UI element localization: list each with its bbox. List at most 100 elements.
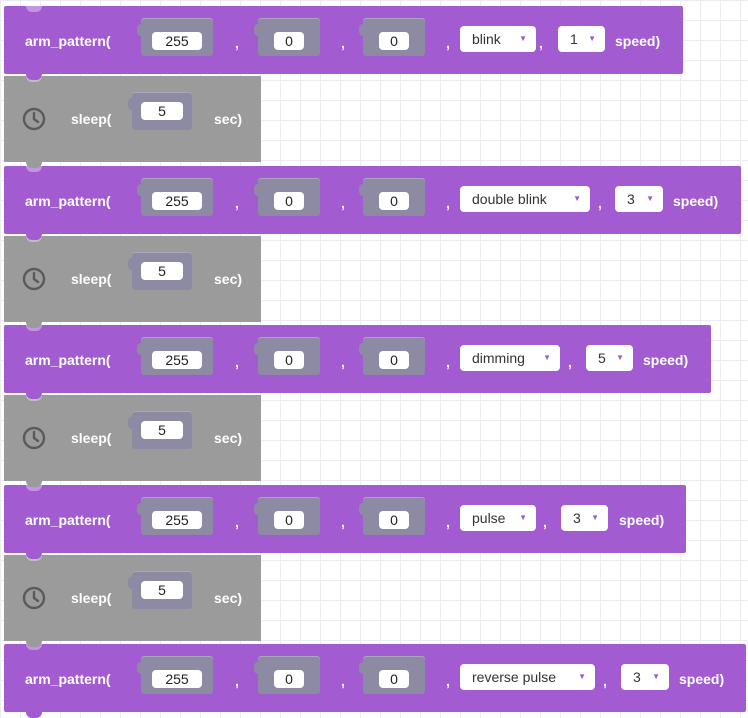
- pattern-dropdown-value: dimming: [472, 350, 525, 366]
- red-value-input[interactable]: 255: [152, 32, 202, 50]
- green-value-socket[interactable]: 0: [254, 337, 320, 375]
- clock-icon: [22, 107, 46, 131]
- sleep-duration-value[interactable]: 5: [141, 262, 183, 280]
- pattern-dropdown[interactable]: reverse pulse ▼: [460, 664, 595, 690]
- red-value-input[interactable]: 255: [152, 511, 202, 529]
- green-value-socket[interactable]: 0: [254, 178, 320, 216]
- speed-label: speed): [679, 671, 725, 687]
- green-value-input[interactable]: 0: [274, 32, 304, 50]
- separator-comma: ,: [539, 35, 543, 51]
- blue-value-socket[interactable]: 0: [359, 18, 425, 56]
- pattern-dropdown-value: reverse pulse: [472, 669, 557, 685]
- sleep-duration-value[interactable]: 5: [141, 421, 183, 439]
- green-value-socket[interactable]: 0: [254, 497, 320, 535]
- chevron-down-icon: ▼: [543, 353, 551, 362]
- separator-comma: ,: [568, 354, 572, 370]
- pattern-dropdown[interactable]: double blink ▼: [460, 186, 590, 212]
- speed-dropdown-value: 5: [598, 350, 606, 366]
- blue-value-input[interactable]: 0: [379, 192, 409, 210]
- speed-dropdown[interactable]: 3 ▼: [621, 664, 669, 690]
- sleep-duration-socket[interactable]: 5: [128, 92, 192, 130]
- red-value-input[interactable]: 255: [152, 670, 202, 688]
- sleep-block[interactable]: sleep( 5 sec): [4, 395, 261, 487]
- pattern-dropdown[interactable]: blink ▼: [460, 26, 536, 52]
- separator-comma: ,: [235, 35, 239, 51]
- separator-comma: ,: [235, 673, 239, 689]
- sleep-block[interactable]: sleep(5 sec): [4, 76, 261, 168]
- sleep-label: sleep(: [71, 590, 112, 606]
- sleep-block[interactable]: sleep(5 sec): [4, 555, 261, 647]
- speed-dropdown[interactable]: 3 ▼: [615, 186, 663, 212]
- sleep-unit-label: sec): [214, 430, 243, 446]
- arm-pattern-block[interactable]: arm_pattern(255 0 0,,,, double blink ▼ 3 ▼ spee…: [4, 166, 741, 240]
- separator-comma: ,: [603, 673, 607, 689]
- green-value-input[interactable]: 0: [274, 670, 304, 688]
- clock-icon: [22, 267, 46, 291]
- blue-value-input[interactable]: 0: [379, 351, 409, 369]
- separator-comma: ,: [235, 514, 239, 530]
- clock-icon: [22, 426, 46, 450]
- blue-value-input[interactable]: 0: [379, 32, 409, 50]
- sleep-duration-value[interactable]: 5: [141, 102, 183, 120]
- sleep-duration-socket[interactable]: 5: [128, 252, 192, 290]
- arm-pattern-block[interactable]: arm_pattern(255 0 0,,,, dimming ▼ 5 ▼ speed): [4, 325, 711, 399]
- arm-pattern-block[interactable]: arm_pattern(255 0 0,,,, pulse ▼ 3 ▼ speed): [4, 485, 686, 559]
- blue-value-socket[interactable]: 0: [359, 178, 425, 216]
- green-value-input[interactable]: 0: [274, 192, 304, 210]
- arm-pattern-label: arm_pattern(: [25, 512, 111, 528]
- separator-comma: ,: [446, 35, 450, 51]
- speed-dropdown[interactable]: 1 ▼: [558, 26, 605, 52]
- blue-value-socket[interactable]: 0: [359, 497, 425, 535]
- arm-pattern-label: arm_pattern(: [25, 671, 111, 687]
- block-notch: [26, 6, 42, 12]
- chevron-down-icon: ▼: [616, 353, 624, 362]
- pattern-dropdown-value: blink: [472, 31, 501, 47]
- speed-label: speed): [673, 193, 719, 209]
- red-value-socket[interactable]: 255: [137, 178, 213, 216]
- separator-comma: ,: [543, 514, 547, 530]
- red-value-socket[interactable]: 255: [137, 18, 213, 56]
- green-value-socket[interactable]: 0: [254, 656, 320, 694]
- blue-value-input[interactable]: 0: [379, 511, 409, 529]
- red-value-socket[interactable]: 255: [137, 656, 213, 694]
- arm-pattern-block[interactable]: arm_pattern(255 0 0,,,, blink ▼ 1 ▼ speed): [4, 6, 683, 80]
- separator-comma: ,: [446, 195, 450, 211]
- arm-pattern-label: arm_pattern(: [25, 193, 111, 209]
- pattern-dropdown[interactable]: pulse ▼: [460, 505, 536, 531]
- green-value-input[interactable]: 0: [274, 511, 304, 529]
- sleep-duration-socket[interactable]: 5: [128, 571, 192, 609]
- green-value-socket[interactable]: 0: [254, 18, 320, 56]
- sleep-label: sleep(: [71, 430, 112, 446]
- red-value-socket[interactable]: 255: [137, 497, 213, 535]
- speed-dropdown[interactable]: 5 ▼: [586, 345, 633, 371]
- chevron-down-icon: ▼: [588, 34, 596, 43]
- arm-pattern-block[interactable]: arm_pattern( 255 0 0,,,, reverse pulse ▼ 3 ▼ spe…: [4, 644, 746, 718]
- sleep-duration-value[interactable]: 5: [141, 581, 183, 599]
- sleep-unit-label: sec): [214, 111, 243, 127]
- chevron-down-icon: ▼: [573, 194, 581, 203]
- pattern-dropdown[interactable]: dimming ▼: [460, 345, 560, 371]
- pattern-dropdown-value: pulse: [472, 510, 506, 526]
- separator-comma: ,: [598, 195, 602, 211]
- block-workspace[interactable]: sleep(5 sec) sleep(5 sec) sleep(5 sec) sleep(5…: [0, 0, 748, 718]
- separator-comma: ,: [341, 35, 345, 51]
- separator-comma: ,: [341, 673, 345, 689]
- speed-dropdown-value: 1: [570, 31, 578, 47]
- speed-dropdown[interactable]: 3 ▼: [561, 505, 608, 531]
- blue-value-input[interactable]: 0: [379, 670, 409, 688]
- sleep-label: sleep(: [71, 271, 112, 287]
- green-value-input[interactable]: 0: [274, 351, 304, 369]
- speed-dropdown-value: 3: [573, 510, 581, 526]
- blue-value-socket[interactable]: 0: [359, 337, 425, 375]
- sleep-block[interactable]: sleep(5 sec): [4, 236, 261, 328]
- arm-pattern-label: arm_pattern(: [25, 352, 111, 368]
- red-value-socket[interactable]: 255: [137, 337, 213, 375]
- chevron-down-icon: ▼: [519, 513, 527, 522]
- sleep-duration-socket[interactable]: 5: [128, 411, 192, 449]
- speed-label: speed): [619, 512, 665, 528]
- chevron-down-icon: ▼: [578, 672, 586, 681]
- blue-value-socket[interactable]: 0: [359, 656, 425, 694]
- red-value-input[interactable]: 255: [152, 192, 202, 210]
- separator-comma: ,: [446, 673, 450, 689]
- red-value-input[interactable]: 255: [152, 351, 202, 369]
